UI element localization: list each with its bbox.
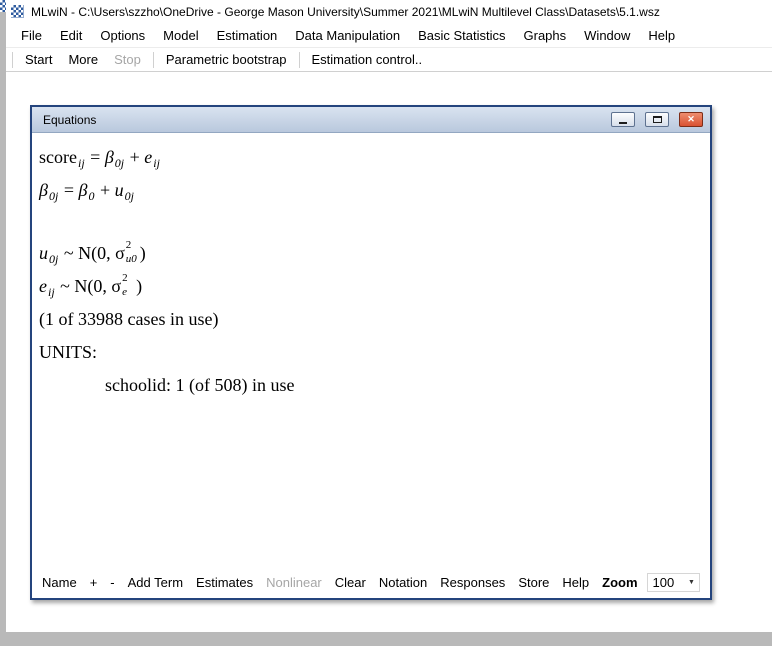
toolbar-button-parametric-bootstrap[interactable]: Parametric bootstrap (158, 49, 295, 70)
equations-window-title: Equations (43, 113, 96, 127)
equations-title-bar[interactable]: Equations ✕ (32, 107, 710, 133)
menu-item-graphs[interactable]: Graphs (515, 25, 576, 46)
equations-content: scoreij = β0j + eijβ0j = β0 + u0j u0j ~ N… (32, 133, 710, 571)
equations-button-notation[interactable]: Notation (379, 575, 427, 590)
title-bar[interactable]: MLwiN - C:\Users\szzho\OneDrive - George… (6, 0, 772, 23)
zoom-combobox[interactable]: 100 ▼ (647, 573, 700, 592)
equation-spacer (39, 207, 702, 237)
menu-item-estimation[interactable]: Estimation (208, 25, 287, 46)
sigma-squared-scripts: 2u0 (125, 245, 140, 263)
equation-score: scoreij = β0j + eij (39, 141, 702, 174)
equation-beta0j: β0j = β0 + u0j (39, 174, 702, 207)
maximize-icon (653, 116, 662, 123)
minimize-icon (619, 122, 627, 124)
toolbar-button-start[interactable]: Start (17, 49, 60, 70)
menu-item-file[interactable]: File (12, 25, 51, 46)
sigma-squared-scripts: 2e (121, 278, 136, 296)
equations-buttons: Name +-Add Term Estimates Nonlinear Clear Not… (42, 575, 602, 590)
toolbar-button-more[interactable]: More (60, 49, 106, 70)
menu-item-window[interactable]: Window (575, 25, 639, 46)
menu-item-data-manipulation[interactable]: Data Manipulation (286, 25, 409, 46)
equations-button-name[interactable]: Name (42, 575, 77, 590)
equations-toolbar: Name +-Add Term Estimates Nonlinear Clear Not… (32, 571, 710, 598)
toolbar-separator (153, 52, 154, 68)
equations-button-nonlinear: Nonlinear (266, 575, 322, 590)
equations-button-clear[interactable]: Clear (335, 575, 366, 590)
zoom-value: 100 (648, 575, 684, 590)
menu-item-edit[interactable]: Edit (51, 25, 91, 46)
units-schoolid-line: schoolid: 1 (of 508) in use (39, 369, 702, 402)
menu-item-options[interactable]: Options (91, 25, 154, 46)
menu-item-basic-statistics[interactable]: Basic Statistics (409, 25, 514, 46)
toolbar-gripper (12, 52, 13, 68)
main-toolbar: StartMoreStop Parametric bootstrap Estimat… (6, 47, 772, 72)
close-icon: ✕ (687, 114, 695, 125)
minimize-button[interactable] (611, 112, 635, 127)
equations-button-minus[interactable]: - (110, 575, 114, 590)
equations-button-add-term[interactable]: Add Term (128, 575, 183, 590)
equations-button-responses[interactable]: Responses (440, 575, 505, 590)
chevron-down-icon[interactable]: ▼ (684, 579, 699, 586)
toolbar-button-stop: Stop (106, 49, 149, 70)
equations-button-plus[interactable]: + (90, 575, 98, 590)
mdi-client-area: Equations ✕ scoreij = β0j + eijβ0j = β0 … (6, 72, 772, 632)
equations-button-help[interactable]: Help (562, 575, 589, 590)
equation-eij-distribution: eij ~ N(0, σ2e) (39, 270, 702, 303)
window-title: MLwiN - C:\Users\szzho\OneDrive - George… (31, 5, 660, 19)
units-heading: UNITS: (39, 336, 702, 369)
mlwin-app-icon[interactable] (11, 5, 24, 18)
equation-u0j-distribution: u0j ~ N(0, σ2u0) (39, 237, 702, 270)
menu-item-help[interactable]: Help (639, 25, 684, 46)
toolbar-button-estimation-control[interactable]: Estimation control.. (304, 49, 431, 70)
cases-in-use-line: (1 of 33988 cases in use) (39, 303, 702, 336)
equations-window: Equations ✕ scoreij = β0j + eijβ0j = β0 … (30, 105, 712, 600)
menu-item-model[interactable]: Model (154, 25, 207, 46)
maximize-button[interactable] (645, 112, 669, 127)
equations-button-estimates[interactable]: Estimates (196, 575, 253, 590)
close-button[interactable]: ✕ (679, 112, 703, 127)
zoom-label: Zoom (602, 575, 637, 590)
mlwin-window: MLwiN - C:\Users\szzho\OneDrive - George… (6, 0, 772, 632)
window-controls: ✕ (611, 112, 703, 127)
toolbar-separator (299, 52, 300, 68)
equations-button-store[interactable]: Store (518, 575, 549, 590)
menu-bar: FileEditOptionsModelEstimationData Manip… (6, 23, 772, 47)
